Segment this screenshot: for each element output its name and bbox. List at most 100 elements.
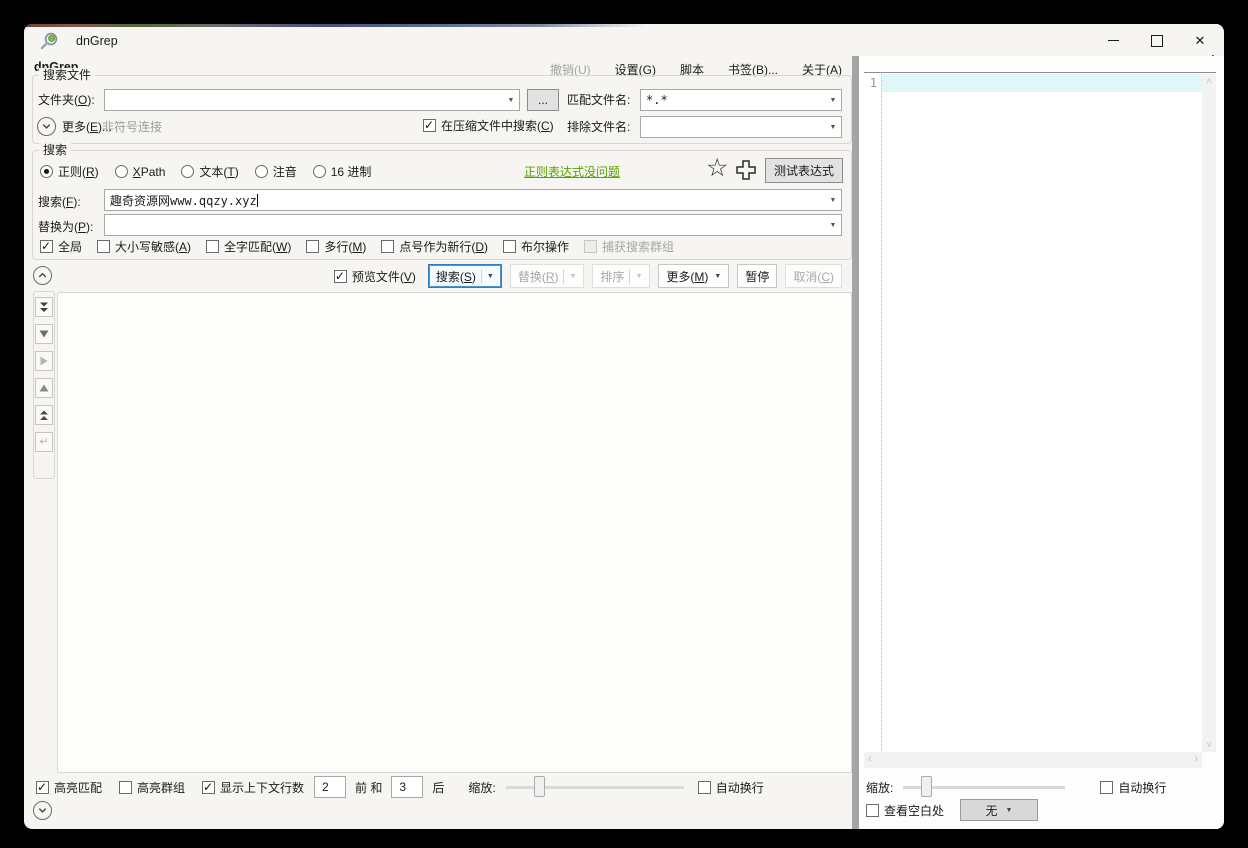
next-file-button[interactable] xyxy=(35,297,53,317)
titlebar[interactable]: dnGrep ✕ xyxy=(24,24,1224,56)
option-global[interactable]: 全局 xyxy=(40,238,82,255)
chevron-down-icon[interactable]: ▼ xyxy=(1006,807,1013,814)
browse-folder-button[interactable]: ... xyxy=(527,89,559,111)
more-button[interactable]: 更多(M)▼ xyxy=(658,264,729,288)
chevron-down-icon[interactable]: ▼ xyxy=(825,197,841,204)
chevron-down-icon[interactable]: ▼ xyxy=(487,273,494,280)
preview-zoom-slider[interactable] xyxy=(903,776,1065,798)
previous-file-button[interactable] xyxy=(35,405,53,425)
checkbox[interactable] xyxy=(36,781,49,794)
radio-phonetic[interactable]: 注音 xyxy=(255,163,297,180)
preview-files-checkbox[interactable]: 预览文件(V) xyxy=(334,268,416,285)
radio-hex[interactable]: 16 进制 xyxy=(313,163,372,180)
results-zoom-slider[interactable] xyxy=(506,776,684,798)
checkbox[interactable] xyxy=(1100,781,1113,794)
radio-text[interactable]: 文本(T) xyxy=(181,163,238,180)
scroll-right-icon[interactable]: › xyxy=(1194,753,1198,765)
checkbox[interactable] xyxy=(306,240,319,253)
panel-splitter[interactable] xyxy=(852,56,859,829)
checkbox[interactable] xyxy=(381,240,394,253)
chevron-down-icon[interactable]: ▼ xyxy=(825,222,841,229)
regex-validation-message[interactable]: 正则表达式没问题 xyxy=(524,164,620,180)
preview-editor[interactable]: 1 ˄ ˅ xyxy=(864,72,1216,752)
search-for-combobox[interactable]: 趣奇资源网www.qqzy.xyz ▼ xyxy=(104,189,842,211)
radio[interactable] xyxy=(313,165,326,178)
checkbox[interactable] xyxy=(119,781,132,794)
folder-combobox[interactable]: ▼ xyxy=(104,89,520,111)
context-after-input[interactable]: 3 xyxy=(391,776,423,798)
option-multiline[interactable]: 多行(M) xyxy=(306,238,366,255)
match-filename-combobox[interactable]: *.* ▼ xyxy=(640,89,842,111)
search-results-area[interactable] xyxy=(57,292,852,773)
search-button[interactable]: 搜索(S)▼ xyxy=(428,264,502,288)
replace-with-combobox[interactable]: ▼ xyxy=(104,214,842,236)
checkbox[interactable] xyxy=(423,119,436,132)
checkbox[interactable] xyxy=(334,270,347,283)
radio[interactable] xyxy=(255,165,268,178)
button-separator xyxy=(629,269,630,284)
highlight-groups-checkbox[interactable]: 高亮群组 xyxy=(119,779,185,796)
slider-thumb[interactable] xyxy=(534,776,545,797)
next-match-button[interactable] xyxy=(35,324,53,344)
option-boolean-operators[interactable]: 布尔操作 xyxy=(503,238,569,255)
slider-track[interactable] xyxy=(506,786,684,789)
checkbox[interactable] xyxy=(698,781,711,794)
close-button[interactable]: ✕ xyxy=(1185,27,1215,54)
collapse-options-bar-button[interactable] xyxy=(33,801,52,820)
chevron-down-icon[interactable]: ▼ xyxy=(825,97,841,104)
current-match-button[interactable] xyxy=(35,351,53,371)
search-archives-checkbox[interactable]: 在压缩文件中搜索(C) xyxy=(423,117,554,134)
chevron-down-icon[interactable]: ▼ xyxy=(825,124,841,131)
checkbox[interactable] xyxy=(202,781,215,794)
maximize-button[interactable] xyxy=(1142,27,1172,54)
chevron-down-icon[interactable]: ▼ xyxy=(503,97,519,104)
context-before-input[interactable]: 2 xyxy=(314,776,346,798)
option-dot-as-newline[interactable]: 点号作为新行(D) xyxy=(381,238,488,255)
highlight-matches-label: 高亮匹配 xyxy=(54,779,102,796)
plus-icon[interactable] xyxy=(735,159,757,181)
slider-thumb[interactable] xyxy=(921,776,932,797)
minimize-button[interactable] xyxy=(1098,27,1128,54)
wrap-scroll-button[interactable]: ↵ xyxy=(35,432,53,452)
cancel-button[interactable]: 取消(C) xyxy=(785,264,842,288)
radio-regex[interactable]: 正则(R) xyxy=(40,163,99,180)
sort-button[interactable]: 排序▼ xyxy=(592,264,650,288)
pause-button[interactable]: 暂停 xyxy=(737,264,777,288)
highlight-matches-checkbox[interactable]: 高亮匹配 xyxy=(36,779,102,796)
horizontal-scrollbar[interactable]: ‹ › xyxy=(864,752,1202,768)
whitespace-mode-value: 无 xyxy=(986,802,998,819)
radio[interactable] xyxy=(40,165,53,178)
replace-with-label: 替换为(P): xyxy=(38,219,93,235)
show-context-lines-checkbox[interactable]: 显示上下文行数 xyxy=(202,779,304,796)
vertical-scrollbar[interactable]: ˄ ˅ xyxy=(1202,74,1216,752)
whitespace-mode-dropdown[interactable]: 无 ▼ xyxy=(960,799,1038,821)
results-nav-toolbar: ↵ xyxy=(33,291,55,479)
exclude-filename-combobox[interactable]: ▼ xyxy=(640,116,842,138)
results-word-wrap-checkbox[interactable]: 自动换行 xyxy=(698,779,764,796)
radio[interactable] xyxy=(115,165,128,178)
checkbox[interactable] xyxy=(866,804,879,817)
star-icon[interactable]: ☆ xyxy=(706,156,728,181)
preview-zoom-row: 缩放: 自动换行 xyxy=(866,776,1218,798)
option-whole-word[interactable]: 全字匹配(W) xyxy=(206,238,291,255)
expand-more-options-button[interactable] xyxy=(37,117,56,136)
preview-word-wrap-checkbox[interactable]: 自动换行 xyxy=(1100,779,1166,796)
scroll-up-icon[interactable]: ˄ xyxy=(1202,76,1216,86)
checkbox[interactable] xyxy=(503,240,516,253)
option-case-sensitive[interactable]: 大小写敏感(A) xyxy=(97,238,191,255)
search-archives-label: 在压缩文件中搜索(C) xyxy=(441,117,554,134)
checkbox[interactable] xyxy=(97,240,110,253)
collapse-search-panel-button[interactable] xyxy=(33,266,52,285)
scroll-down-icon[interactable]: ˅ xyxy=(1202,740,1216,750)
replace-button[interactable]: 替换(R)▼ xyxy=(510,264,585,288)
chevron-down-icon[interactable]: ▼ xyxy=(714,273,721,280)
results-word-wrap-label: 自动换行 xyxy=(716,779,764,796)
radio[interactable] xyxy=(181,165,194,178)
test-expression-button[interactable]: 测试表达式 xyxy=(765,158,843,183)
previous-match-button[interactable] xyxy=(35,378,53,398)
scroll-left-icon[interactable]: ‹ xyxy=(868,753,872,765)
radio-xpath[interactable]: XPath xyxy=(115,165,166,179)
show-whitespace-checkbox[interactable]: 查看空白处 xyxy=(866,802,944,819)
checkbox[interactable] xyxy=(40,240,53,253)
checkbox[interactable] xyxy=(206,240,219,253)
